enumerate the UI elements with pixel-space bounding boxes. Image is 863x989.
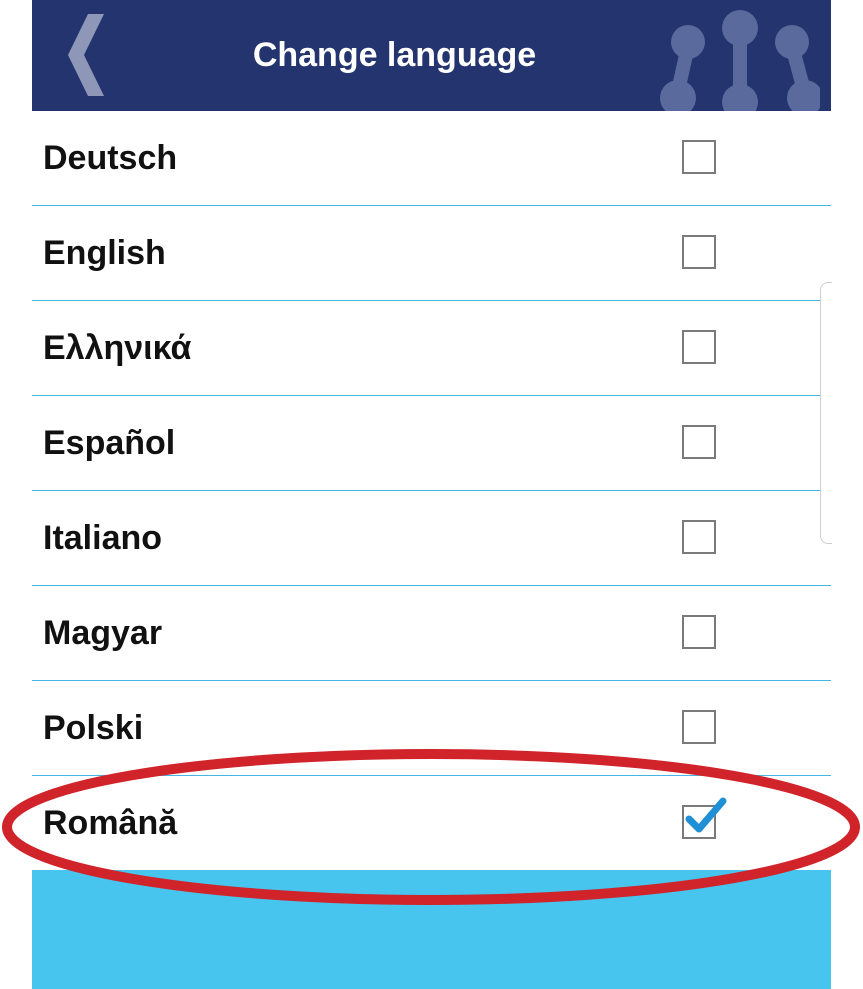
language-option-greek[interactable]: Ελληνικά bbox=[32, 301, 831, 396]
language-label: English bbox=[43, 234, 166, 272]
language-option-english[interactable]: English bbox=[32, 206, 831, 301]
language-option-deutsch[interactable]: Deutsch bbox=[32, 111, 831, 206]
language-option-hungarian[interactable]: Magyar bbox=[32, 586, 831, 681]
language-option-polish[interactable]: Polski bbox=[32, 681, 831, 776]
bottom-bar bbox=[32, 870, 831, 989]
molecule-logo-icon bbox=[660, 10, 820, 111]
language-checkbox[interactable] bbox=[682, 425, 716, 459]
language-option-italian[interactable]: Italiano bbox=[32, 491, 831, 586]
language-label: Polski bbox=[43, 709, 144, 747]
language-option-romanian[interactable]: Română bbox=[32, 776, 831, 871]
language-checkbox[interactable] bbox=[682, 330, 716, 364]
language-label: Ελληνικά bbox=[43, 329, 192, 367]
language-checkbox[interactable] bbox=[682, 710, 716, 744]
language-label: Română bbox=[43, 804, 178, 842]
language-label: Italiano bbox=[43, 519, 163, 557]
language-checkbox[interactable] bbox=[682, 140, 716, 174]
language-option-spanish[interactable]: Español bbox=[32, 396, 831, 491]
language-checkbox[interactable] bbox=[682, 520, 716, 554]
language-label: Español bbox=[43, 424, 176, 462]
language-label: Magyar bbox=[43, 614, 163, 652]
language-label: Deutsch bbox=[43, 139, 178, 177]
language-checkbox[interactable] bbox=[682, 235, 716, 269]
language-checkbox[interactable] bbox=[682, 615, 716, 649]
change-language-screen: Change language Deutsch English Ελληνικά… bbox=[32, 0, 831, 989]
page-title: Change language bbox=[252, 36, 537, 74]
page: Change language Deutsch English Ελληνικά… bbox=[0, 0, 863, 989]
language-list: Deutsch English Ελληνικά Español Italian… bbox=[32, 111, 831, 871]
checkmark-icon bbox=[685, 797, 727, 833]
app-header: Change language bbox=[32, 0, 831, 111]
language-checkbox-checked[interactable] bbox=[682, 797, 727, 839]
scroll-indicator[interactable] bbox=[820, 282, 832, 544]
